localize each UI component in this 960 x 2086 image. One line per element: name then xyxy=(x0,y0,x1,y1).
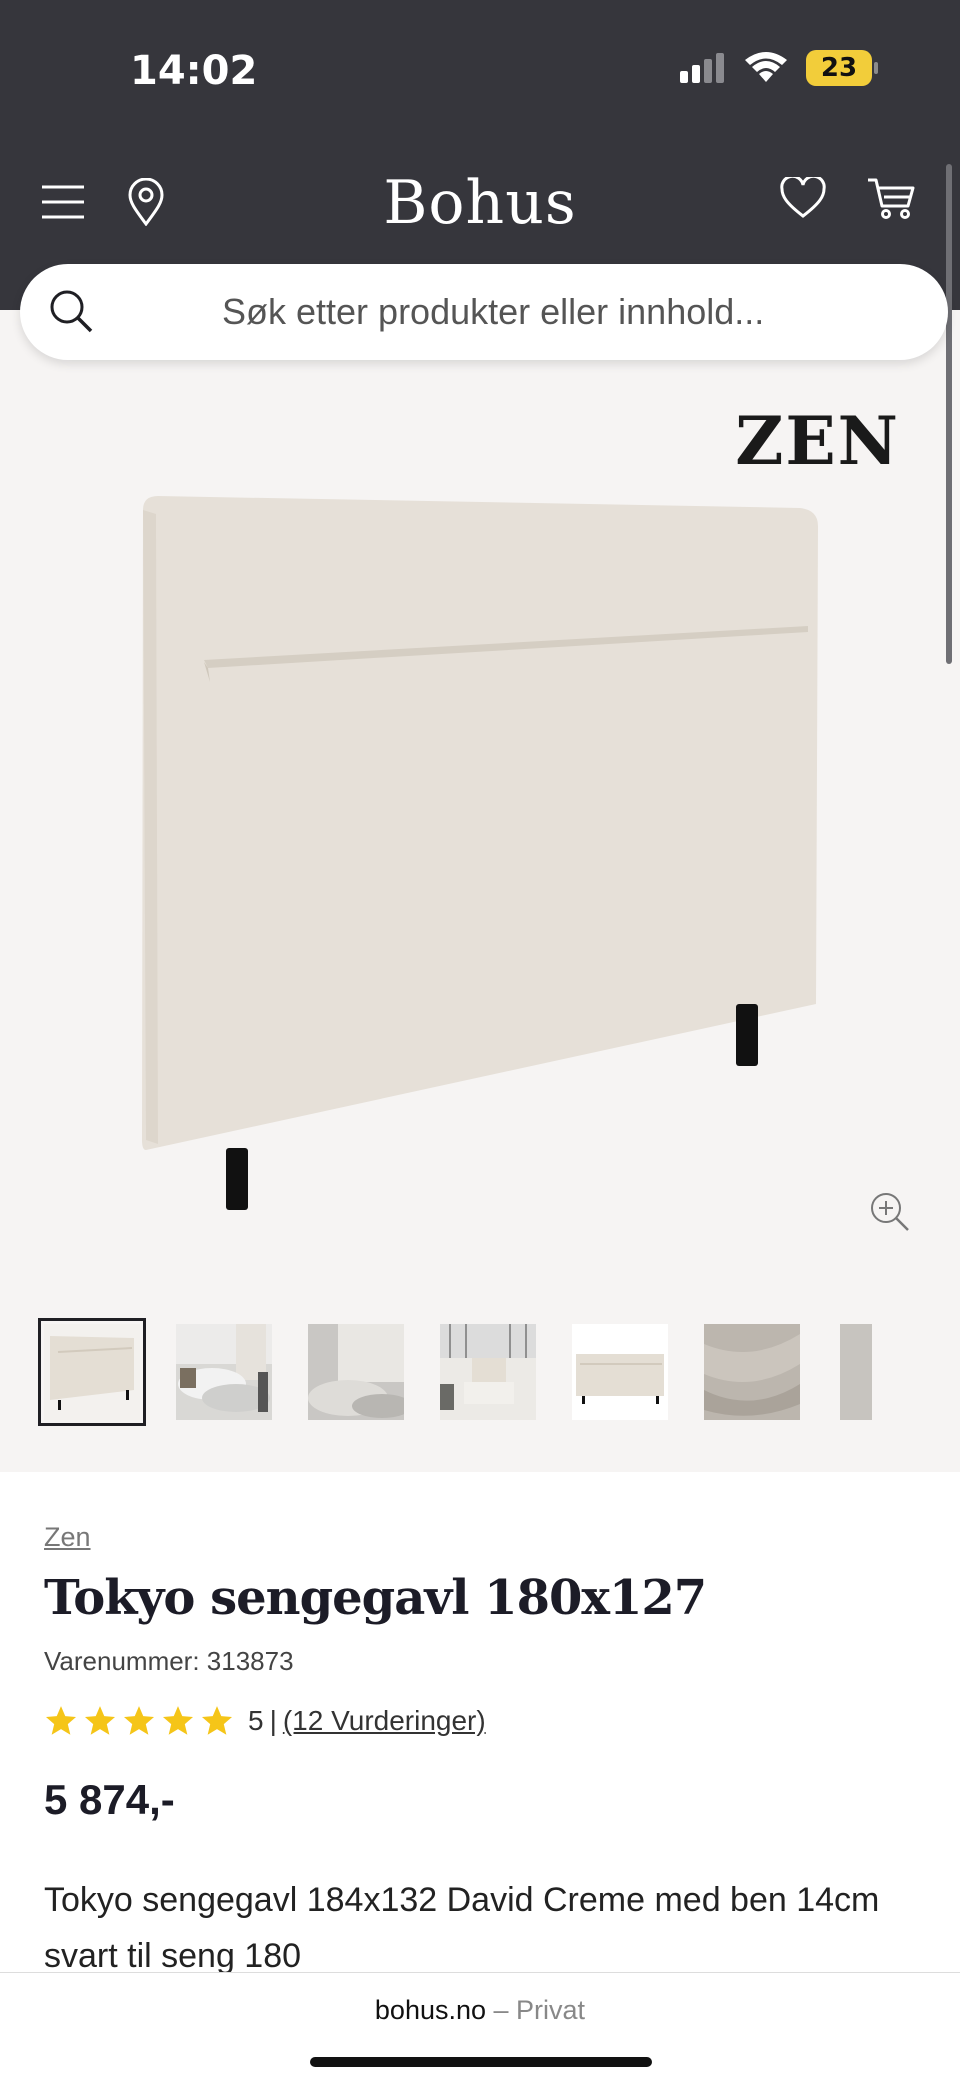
home-indicator[interactable] xyxy=(310,2057,652,2067)
browser-address[interactable]: bohus.no – Privat xyxy=(0,1995,960,2026)
signal-icon xyxy=(680,53,724,83)
zoom-in-icon[interactable] xyxy=(868,1190,912,1234)
search-icon xyxy=(50,290,93,333)
battery-indicator: 23 xyxy=(806,50,878,86)
thumbnail-4[interactable] xyxy=(440,1324,536,1420)
star-icon xyxy=(123,1706,155,1735)
product-title: Tokyo sengegavl 180x127 xyxy=(44,1570,707,1626)
star-rating xyxy=(44,1704,234,1738)
thumbnail-strip xyxy=(38,1318,872,1426)
product-sku: Varenummer: 313873 xyxy=(44,1646,294,1676)
search-bar[interactable]: Søk etter produkter eller innhold... xyxy=(20,264,948,360)
browser-bar: bohus.no – Privat xyxy=(0,1972,960,2086)
star-icon xyxy=(45,1706,77,1735)
url-domain: bohus.no xyxy=(374,1995,487,2025)
brand-mark: ZEN xyxy=(735,402,900,480)
product-main-image[interactable] xyxy=(138,490,828,1210)
status-icons: 23 xyxy=(680,50,878,86)
star-icon xyxy=(84,1706,116,1735)
scroll-indicator[interactable] xyxy=(946,164,952,664)
cart-icon[interactable] xyxy=(866,176,916,220)
reviews-link[interactable]: (12 Vurderinger) xyxy=(283,1705,486,1737)
url-separator: – xyxy=(486,1995,517,2025)
thumbnail-5[interactable] xyxy=(572,1324,668,1420)
rating-value: 5 xyxy=(248,1705,264,1736)
product-price: 5 874,- xyxy=(44,1776,175,1823)
thumbnail-7[interactable] xyxy=(836,1324,872,1420)
star-icon xyxy=(162,1706,194,1735)
thumbnail-3[interactable] xyxy=(308,1324,404,1420)
wifi-icon xyxy=(745,52,787,82)
product-description: Tokyo sengegavl 184x132 David Creme med … xyxy=(44,1881,880,1975)
product-gallery: ZEN xyxy=(0,310,960,1472)
thumbnail-6[interactable] xyxy=(704,1324,800,1420)
thumbnail-1[interactable] xyxy=(38,1318,146,1426)
search-input[interactable]: Søk etter produkter eller innhold... xyxy=(222,291,764,333)
product-rating: 5 | (12 Vurderinger) xyxy=(44,1704,486,1738)
star-icon xyxy=(201,1706,233,1735)
private-mode-label: Privat xyxy=(516,1995,586,2025)
status-time: 14:02 xyxy=(130,48,258,94)
thumbnail-2[interactable] xyxy=(176,1324,272,1420)
rating-separator: | xyxy=(269,1705,277,1736)
brand-link[interactable]: Zen xyxy=(44,1522,91,1553)
heart-icon[interactable] xyxy=(780,177,826,219)
